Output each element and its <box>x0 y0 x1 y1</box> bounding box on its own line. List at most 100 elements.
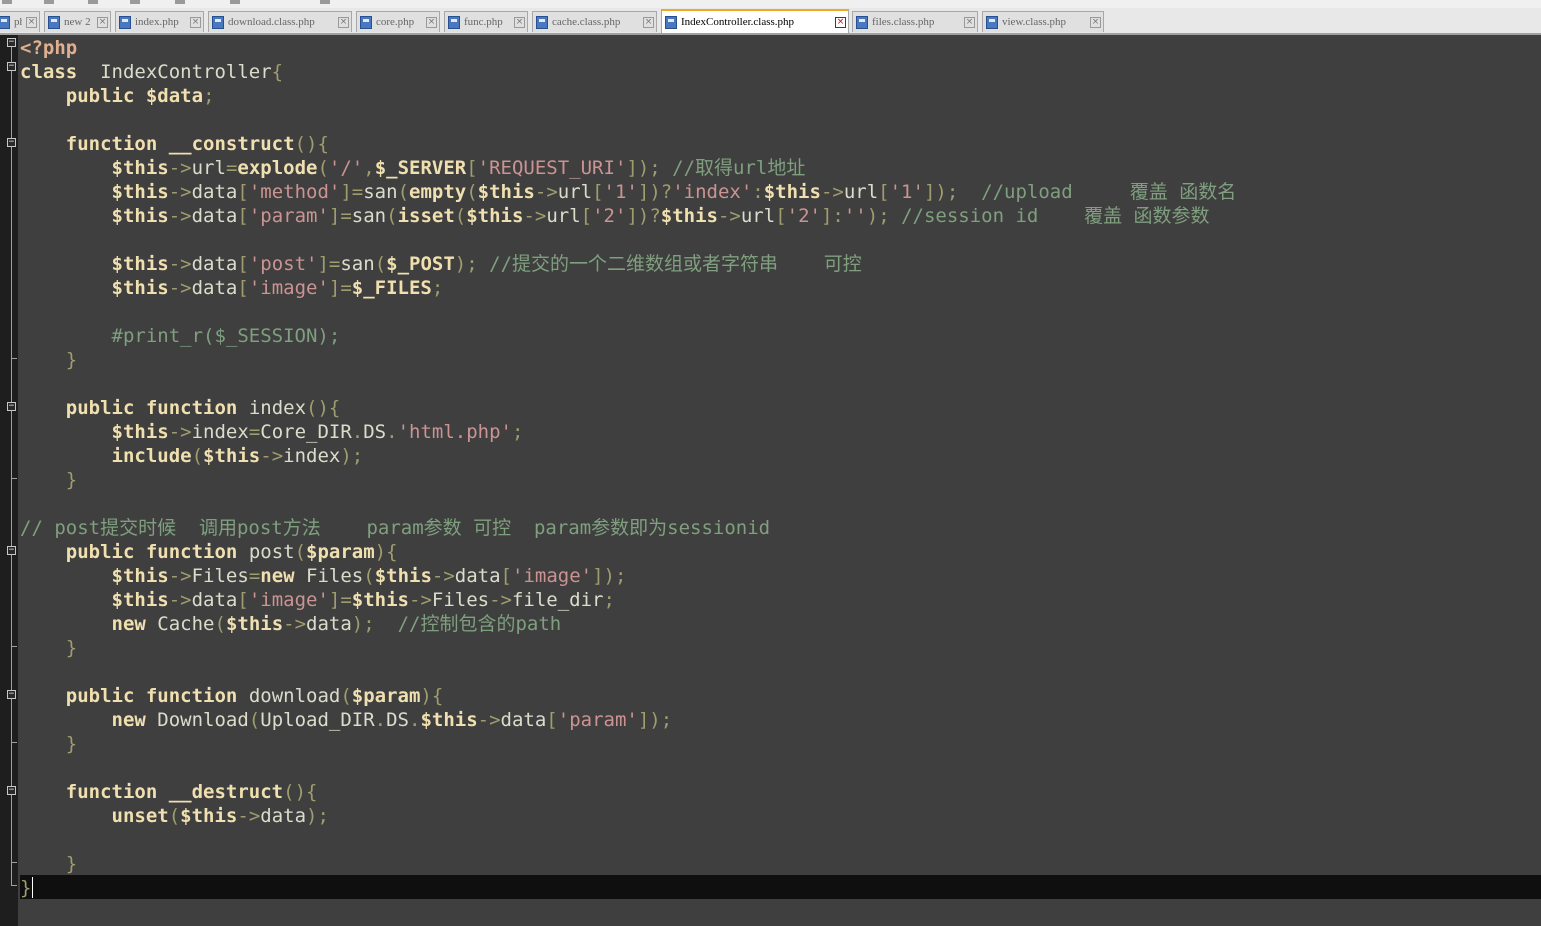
code-editor[interactable]: <?php class IndexController{ public $data… <box>20 35 1541 926</box>
toolbar-icon[interactable] <box>230 0 240 4</box>
code-token: function <box>65 781 158 803</box>
fold-toggle-icon[interactable]: − <box>7 38 16 47</box>
tab-label: cache.class.php <box>552 16 621 28</box>
code-token: '1' <box>603 181 638 203</box>
code-token: . <box>374 709 387 731</box>
code-token: -> <box>717 205 741 227</box>
tab-new-2[interactable]: new 2 × <box>44 11 111 32</box>
tab-indexcontroller-class-php[interactable]: IndexController.class.php × <box>661 9 849 33</box>
tab-core-php[interactable]: core.php × <box>356 11 440 32</box>
code-token: Upload_DIR <box>260 709 375 731</box>
close-tab-icon[interactable]: × <box>426 16 437 28</box>
code-token: $param <box>351 685 421 707</box>
code-token: Files <box>431 589 490 611</box>
code-line: unset($this->data); <box>20 804 329 828</box>
code-token: $this <box>111 253 169 275</box>
code-token: -> <box>168 157 192 179</box>
fold-toggle-icon[interactable]: − <box>7 690 16 699</box>
close-tab-icon[interactable]: × <box>514 16 525 28</box>
tab-label: core.php <box>376 16 415 28</box>
code-token: // post提交时候 调用post方法 param参数 可控 param参数即… <box>20 517 771 539</box>
code-token: [ <box>878 181 890 203</box>
code-token: } <box>65 637 78 659</box>
fold-toggle-icon[interactable]: − <box>7 546 16 555</box>
file-icon <box>665 15 677 29</box>
code-token: , <box>363 157 375 179</box>
code-token: [ <box>775 205 787 227</box>
code-token: url <box>843 181 879 203</box>
code-token: ( <box>454 205 467 227</box>
code-token: ; <box>203 85 215 107</box>
code-line: public function post($param){ <box>20 540 398 564</box>
code-token: $this <box>225 613 284 635</box>
fold-toggle-icon[interactable]: − <box>7 138 16 147</box>
toolbar-icon[interactable] <box>175 0 185 4</box>
code-token: index <box>283 445 341 467</box>
code-token: '/' <box>328 157 364 179</box>
tab-download-class-php[interactable]: download.class.php × <box>208 11 352 32</box>
close-tab-icon[interactable]: × <box>643 16 654 28</box>
tab-view-class-php[interactable]: view.class.php × <box>982 11 1104 32</box>
tab-func-php[interactable]: func.php × <box>444 11 528 32</box>
code-token: = <box>248 421 261 443</box>
toolbar-icon[interactable] <box>130 0 140 4</box>
toolbar-icon[interactable] <box>88 0 98 4</box>
code-token: 'index' <box>672 181 753 203</box>
code-token: [ <box>237 277 249 299</box>
file-icon <box>536 15 548 29</box>
code-token: data <box>454 565 501 587</box>
code-token: [ <box>237 205 249 227</box>
code-token: -> <box>523 205 547 227</box>
tab-label: files.class.php <box>872 16 935 28</box>
code-token: $this <box>477 181 535 203</box>
code-token: ]= <box>317 253 341 275</box>
toolbar-icon[interactable] <box>44 0 54 4</box>
close-tab-icon[interactable]: × <box>964 16 975 28</box>
tab-cache-class-php[interactable]: cache.class.php × <box>532 11 657 32</box>
code-token: data <box>191 181 238 203</box>
code-token: index <box>191 421 249 443</box>
code-token: unset <box>111 805 169 827</box>
code-token: 'param' <box>557 709 638 731</box>
code-line: } <box>20 468 77 492</box>
tab-php[interactable]: php × <box>0 11 40 32</box>
code-line: class IndexController{ <box>20 60 283 84</box>
fold-toggle-icon[interactable]: − <box>7 62 16 71</box>
code-token: ]); <box>592 565 627 587</box>
code-token: url <box>546 205 581 227</box>
code-token: $this <box>351 589 409 611</box>
close-tab-icon[interactable]: × <box>26 16 37 28</box>
code-line: include($this->index); <box>20 444 364 468</box>
file-icon <box>0 15 10 29</box>
tab-index-php[interactable]: index.php × <box>115 11 204 32</box>
toolbar-strip <box>0 0 1541 8</box>
tab-files-class-php[interactable]: files.class.php × <box>852 11 978 32</box>
fold-toggle-icon[interactable]: − <box>7 786 16 795</box>
code-token: DS <box>386 709 409 731</box>
code-token: . <box>386 421 398 443</box>
code-token: ]= <box>328 589 352 611</box>
code-line: #print_r($_SESSION); <box>20 324 341 348</box>
toolbar-icon[interactable] <box>2 0 12 4</box>
code-token: -> <box>283 613 307 635</box>
close-tab-icon[interactable]: × <box>1090 16 1101 28</box>
close-tab-icon[interactable]: × <box>97 16 108 28</box>
file-icon <box>856 15 868 29</box>
fold-toggle-icon[interactable]: − <box>7 402 16 411</box>
close-tab-icon[interactable]: × <box>190 16 201 28</box>
close-tab-icon[interactable]: × <box>338 16 349 28</box>
code-token: } <box>65 733 78 755</box>
toolbar-icon[interactable] <box>320 0 330 4</box>
code-token: $this <box>660 205 718 227</box>
code-token: download <box>237 685 341 707</box>
code-line: new Download(Upload_DIR.DS.$this->data['… <box>20 708 673 732</box>
close-tab-icon[interactable]: × <box>835 16 846 28</box>
code-token: data <box>260 805 307 827</box>
code-token: ( <box>374 253 387 275</box>
code-token: ])? <box>637 181 673 203</box>
